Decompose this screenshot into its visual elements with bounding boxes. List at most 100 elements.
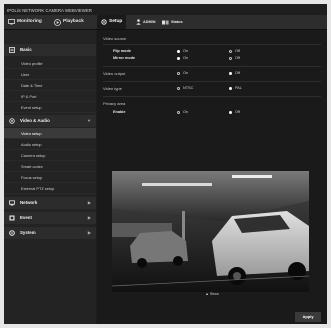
- gear-icon: [101, 19, 107, 25]
- sidebar-item-smart-codec[interactable]: Smart codec: [4, 161, 96, 172]
- mirror-mode-label: Mirror mode: [113, 56, 136, 60]
- sidebar-item-label: Focus setup: [21, 175, 43, 180]
- flip-mode-on-radio[interactable]: On: [177, 49, 188, 53]
- radio-dot: [177, 49, 180, 53]
- sidebar-item-camera-setup[interactable]: Camera setup: [4, 150, 96, 161]
- privacy-enable-on-radio[interactable]: On: [177, 110, 188, 114]
- system-icon: [9, 230, 15, 236]
- radio-label: On: [183, 71, 189, 75]
- event-icon: [9, 215, 15, 221]
- radio-dot: [229, 86, 232, 90]
- sidebar-item-audio-setup[interactable]: Audio setup: [4, 139, 96, 150]
- radio-label: PAL: [235, 86, 242, 90]
- video-output-on-radio[interactable]: On: [177, 71, 188, 75]
- radio-dot: [229, 49, 232, 53]
- divider: [103, 96, 321, 97]
- radio-label: On: [183, 49, 189, 53]
- divider: [103, 81, 321, 82]
- sidebar-section-event-label: Event: [20, 215, 32, 220]
- radio-label: On: [183, 110, 189, 114]
- chevron-up-icon: ▲: [205, 292, 209, 296]
- video-type-pal-radio[interactable]: PAL: [229, 86, 242, 90]
- sidebar-section-event[interactable]: Event ▶: [4, 212, 96, 224]
- sidebar-item-label: Date & Time: [21, 83, 43, 88]
- sidebar: Basic Video profile User Date & Time IP …: [4, 30, 96, 324]
- video-output-heading: Video output: [103, 71, 126, 76]
- flip-mode-off-radio[interactable]: Off: [229, 49, 240, 53]
- chevron-right-icon: ▶: [87, 230, 91, 235]
- sidebar-item-label: User: [21, 72, 30, 77]
- sidebar-section-basic-label: Basic: [20, 47, 32, 52]
- sidebar-item-external-ptz[interactable]: External PTZ setup: [4, 183, 96, 194]
- tab-status-label: Status: [171, 20, 183, 24]
- user-icon: [136, 19, 141, 25]
- sidebar-item-label: External PTZ setup: [21, 186, 55, 191]
- sidebar-item-focus-setup[interactable]: Focus setup: [4, 172, 96, 183]
- camera-preview[interactable]: [112, 171, 309, 292]
- sidebar-section-network-label: Network: [20, 200, 38, 205]
- sidebar-item-label: IP & Port: [21, 94, 37, 99]
- sidebar-item-label: Camera setup: [21, 153, 46, 158]
- radio-dot: [177, 56, 180, 60]
- status-icon: [162, 20, 169, 24]
- mirror-mode-on-radio[interactable]: On: [177, 56, 188, 60]
- sidebar-section-basic[interactable]: Basic: [4, 44, 96, 56]
- radio-dot: [177, 71, 180, 75]
- app-title: IPOLiS NETWORK CAMERA WEBVIEWER: [7, 8, 92, 13]
- sidebar-item-label: Video setup: [21, 131, 42, 136]
- radio-dot: [177, 86, 180, 90]
- privacy-enable-off-radio[interactable]: Off: [229, 110, 240, 114]
- app-window: IPOLiS NETWORK CAMERA WEBVIEWER Monitori…: [4, 4, 327, 324]
- video-type-heading: Video type: [103, 86, 122, 91]
- sidebar-item-label: Event setup: [21, 105, 42, 110]
- clipboard-icon: [9, 47, 15, 53]
- sidebar-section-system[interactable]: System ▶: [4, 227, 96, 239]
- video-source-heading: Video source: [103, 36, 127, 41]
- tab-setup-label: Setup: [109, 19, 123, 24]
- video-type-ntsc-radio[interactable]: NTSC: [177, 86, 193, 90]
- chevron-right-icon: ▶: [87, 200, 91, 205]
- sidebar-item-event-setup[interactable]: Event setup: [4, 102, 96, 113]
- apply-button[interactable]: Apply: [295, 312, 321, 322]
- video-output-off-radio[interactable]: Off: [229, 71, 240, 75]
- tab-admin-label: ADMIN: [143, 20, 156, 24]
- mirror-mode-off-radio[interactable]: Off: [229, 56, 240, 60]
- radio-label: Off: [235, 110, 240, 114]
- sidebar-item-label: Audio setup: [21, 142, 42, 147]
- chevron-right-icon: ▶: [87, 215, 91, 220]
- radio-dot: [229, 71, 232, 75]
- divider: [103, 44, 321, 45]
- show-label: Show: [209, 292, 219, 296]
- radio-label: Off: [235, 49, 240, 53]
- radio-label: Off: [235, 56, 240, 60]
- sidebar-item-video-setup[interactable]: Video setup: [4, 128, 96, 139]
- enable-label: Enable: [113, 110, 126, 114]
- radio-dot: [177, 110, 180, 114]
- sidebar-item-date-time[interactable]: Date & Time: [4, 80, 96, 91]
- chevron-down-icon: ▼: [87, 118, 91, 123]
- video-audio-icon: [9, 118, 15, 124]
- sidebar-section-network[interactable]: Network ▶: [4, 197, 96, 209]
- radio-dot: [229, 110, 232, 114]
- radio-label: On: [183, 56, 189, 60]
- sidebar-item-label: Video profile: [21, 61, 43, 66]
- privacy-area-heading: Privacy area: [103, 101, 126, 106]
- tab-admin[interactable]: ADMIN: [136, 15, 155, 29]
- show-toggle[interactable]: ▲ Show: [97, 292, 327, 296]
- top-nav: Monitoring Playback Setup ADMIN Status: [4, 15, 327, 30]
- divider: [103, 66, 321, 67]
- tab-playback[interactable]: Playback: [54, 15, 84, 29]
- sidebar-section-video-audio[interactable]: Video & Audio ▼: [4, 115, 96, 127]
- sidebar-item-label: Smart codec: [21, 164, 43, 169]
- tab-setup[interactable]: Setup: [97, 15, 127, 29]
- radio-label: Off: [235, 71, 240, 75]
- network-icon: [9, 200, 15, 206]
- sidebar-item-ip-port[interactable]: IP & Port: [4, 91, 96, 102]
- tab-status[interactable]: Status: [162, 15, 183, 29]
- sidebar-item-user[interactable]: User: [4, 69, 96, 80]
- flip-mode-label: Flip mode: [113, 49, 131, 53]
- radio-dot: [229, 56, 232, 60]
- tab-monitoring[interactable]: Monitoring: [8, 15, 42, 29]
- tab-monitoring-label: Monitoring: [17, 19, 42, 24]
- sidebar-item-video-profile[interactable]: Video profile: [4, 58, 96, 69]
